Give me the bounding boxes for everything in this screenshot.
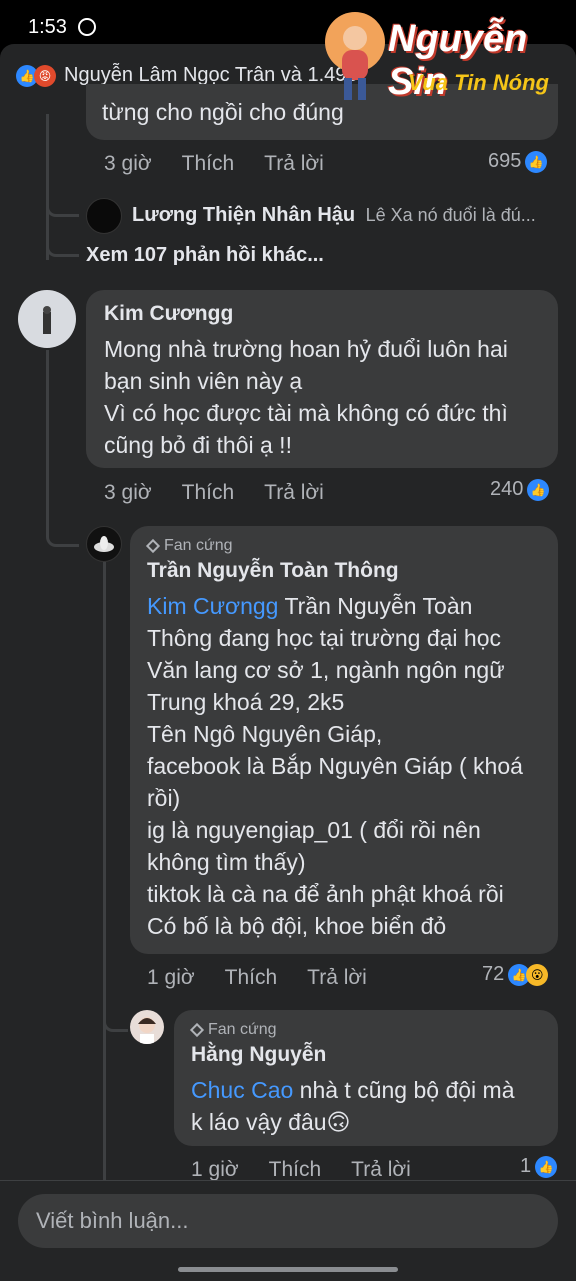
fan-badge: Fan cứng	[189, 1021, 277, 1039]
comment-line: k láo vậy đâu🙃	[191, 1109, 351, 1135]
comment-author[interactable]: Kim Cươngg	[104, 302, 233, 326]
reply-button[interactable]: Trả lời	[351, 1158, 411, 1182]
avatar[interactable]	[86, 526, 122, 562]
reply-author: Lương Thiện Nhân Hậu	[132, 204, 356, 226]
comment-line: Có bố là bộ đội, khoe biển đỏ	[147, 913, 447, 939]
like-button[interactable]: Thích	[182, 152, 235, 176]
mascot-icon	[325, 12, 385, 100]
comment-text: Chuc Cao nhà t cũng bộ đội mà k láo vậy …	[191, 1074, 515, 1138]
comment-line: cũng bỏ đi thôi ạ !!	[104, 432, 292, 458]
comment-actions: 1 giờ Thích Trả lời	[147, 966, 367, 990]
comment-author[interactable]: Trần Nguyễn Toàn Thông	[147, 559, 399, 583]
reaction-count[interactable]: 72 👍 😮	[482, 963, 549, 986]
comment-bubble: Fan cứng Trần Nguyễn Toàn Thông Kim Cươn…	[130, 526, 558, 954]
reply-connector	[46, 524, 79, 547]
home-indicator[interactable]	[178, 1267, 398, 1272]
comment-actions: 3 giờ Thích Trả lời	[104, 481, 324, 505]
reaction-count[interactable]: 240 👍	[490, 478, 550, 501]
person-icon	[43, 306, 51, 334]
reply-connector	[103, 1009, 128, 1032]
comment-composer: Viết bình luận...	[0, 1180, 576, 1281]
messenger-icon	[78, 18, 96, 36]
comment-text: Kim Cươngg Trần Nguyễn Toàn Thông đang h…	[147, 590, 523, 942]
like-button[interactable]: Thích	[182, 481, 235, 505]
fan-badge-label: Fan cứng	[164, 537, 233, 554]
more-replies-link[interactable]: Xem 107 phản hồi khác...	[86, 244, 324, 267]
comment-line: Tên Ngô Nguyên Giáp,	[147, 721, 383, 747]
like-button[interactable]: Thích	[269, 1158, 322, 1182]
comment-text: từng cho ngồi cho đúng	[102, 99, 344, 125]
reaction-count[interactable]: 1 👍	[520, 1155, 558, 1178]
comment-author[interactable]: Hằng Nguyễn	[191, 1043, 326, 1067]
comment-actions: 3 giờ Thích Trả lời	[104, 152, 324, 176]
watermark-subtitle: Vua Tin Nóng	[408, 70, 549, 95]
lotus-icon	[94, 536, 114, 552]
diamond-icon	[145, 538, 161, 554]
comment-time: 1 giờ	[147, 966, 195, 989]
reply-button[interactable]: Trả lời	[307, 966, 367, 990]
thread-line	[103, 562, 106, 1224]
reply-button[interactable]: Trả lời	[264, 481, 324, 505]
reply-connector	[46, 234, 79, 257]
comment-line: Thông đang học tại trường đại học	[147, 625, 501, 651]
comment-line: Trung khoá 29, 2k5	[147, 689, 345, 715]
reaction-count-value: 1	[520, 1155, 532, 1177]
comments-sheet: 👍 😡 Nguyễn Lâm Ngọc Trân và 1.493 từng c…	[0, 44, 576, 1280]
comment-line: ig là nguyengiap_01 ( đổi rồi nên	[147, 817, 481, 843]
comment-line: Chuc Cao nhà t cũng bộ đội mà	[191, 1074, 515, 1106]
comment-time: 3 giờ	[104, 481, 152, 504]
thread-line	[46, 350, 49, 528]
avatar[interactable]	[130, 1010, 164, 1044]
like-reaction-icon: 👍	[535, 1155, 558, 1178]
like-reaction-icon: 👍	[527, 478, 550, 501]
comment-line: Kim Cươngg Trần Nguyễn Toàn	[147, 590, 523, 622]
comment-text: Mong nhà trường hoan hỷ đuổi luôn hai bạ…	[104, 333, 508, 461]
comment-time: 1 giờ	[191, 1158, 239, 1181]
comment-bubble: Fan cứng Hằng Nguyễn Chuc Cao nhà t cũng…	[174, 1010, 558, 1146]
girl-avatar-icon	[138, 1017, 156, 1044]
reply-preview: Lê Xa nó đuổi là đú...	[365, 205, 536, 225]
mention-link[interactable]: Kim Cươngg	[147, 593, 278, 619]
reaction-count-value: 72	[482, 963, 505, 985]
status-time: 1:53	[28, 16, 67, 38]
comment-input[interactable]: Viết bình luận...	[18, 1194, 558, 1248]
like-reaction-icon: 👍	[525, 150, 548, 173]
wow-reaction-icon: 😮	[526, 963, 549, 986]
reply-connector	[46, 194, 79, 217]
comment-bubble: Kim Cươngg Mong nhà trường hoan hỷ đuổi …	[86, 290, 558, 468]
comment-line: tiktok là cà na để ảnh phật khoá rồi	[147, 881, 504, 907]
comment-time: 3 giờ	[104, 152, 152, 175]
comment-line: Mong nhà trường hoan hỷ đuổi luôn hai	[104, 336, 508, 362]
avatar[interactable]	[18, 290, 76, 348]
collapsed-reply[interactable]: Lương Thiện Nhân Hậu Lê Xa nó đuổi là đú…	[132, 204, 562, 227]
mention-link[interactable]: Chuc Cao	[191, 1077, 293, 1103]
comment-line: rồi)	[147, 785, 181, 811]
fan-badge: Fan cứng	[145, 537, 233, 555]
comment-line: Vì có học được tài mà không có đức thì	[104, 400, 508, 426]
fan-badge-label: Fan cứng	[208, 1021, 277, 1038]
reaction-count-value: 240	[490, 478, 524, 500]
reaction-count-value: 695	[488, 150, 522, 172]
reply-button[interactable]: Trả lời	[264, 152, 324, 176]
avatar[interactable]	[86, 198, 122, 234]
watermark-logo: Nguyễn Sin Vua Tin Nóng	[320, 12, 570, 112]
like-button[interactable]: Thích	[225, 966, 278, 990]
comment-line: bạn sinh viên này ạ	[104, 368, 303, 394]
comment-line-rest: Trần Nguyễn Toàn	[278, 593, 473, 619]
comment-actions: 1 giờ Thích Trả lời	[191, 1158, 411, 1182]
comment-line: Văn lang cơ sở 1, ngành ngôn ngữ	[147, 657, 505, 683]
comment-line-rest: nhà t cũng bộ đội mà	[293, 1077, 515, 1103]
diamond-icon	[189, 1022, 205, 1038]
angry-reaction-icon: 😡	[34, 64, 56, 87]
comment-line: không tìm thấy)	[147, 849, 306, 875]
reaction-count[interactable]: 695 👍	[488, 150, 548, 173]
comment-line: facebook là Bắp Nguyên Giáp ( khoá	[147, 753, 523, 779]
